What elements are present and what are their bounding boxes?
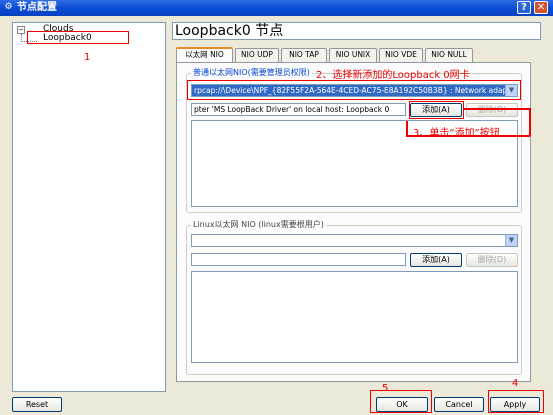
annotation-box-5 <box>370 390 432 413</box>
tab-nio-tap[interactable]: NIO TAP <box>281 48 327 62</box>
annotation-line-3a <box>464 108 530 110</box>
annotation-box-2 <box>187 80 521 100</box>
annotation-box-3 <box>409 101 464 119</box>
annotation-4: 4 <box>512 378 519 389</box>
close-button[interactable]: ✕ <box>534 1 548 14</box>
app-icon: ⚙ <box>4 2 13 12</box>
delete-button[interactable]: 删除(D) <box>466 103 518 117</box>
window-title: 节点配置 <box>17 2 57 13</box>
linux-adapter-list[interactable] <box>191 271 518 363</box>
annotation-line-3b <box>529 108 531 136</box>
panel-title: Loopback0 节点 <box>172 22 541 40</box>
tab-nio-unix[interactable]: NIO UNIX <box>329 48 377 62</box>
tab-nio-vde[interactable]: NIO VDE <box>379 48 423 62</box>
linux-adapter-input[interactable] <box>191 253 406 266</box>
chevron-down-icon[interactable]: ▼ <box>505 235 517 246</box>
title-bar: ⚙ 节点配置 ? ✕ <box>0 0 553 16</box>
tab-nio-udp[interactable]: NIO UDP <box>235 48 279 62</box>
annotation-box-4 <box>488 390 544 413</box>
annotation-2: 2、选择新添加的Loopback 0网卡 <box>316 70 470 81</box>
reset-button[interactable]: Reset <box>12 397 62 412</box>
linux-eth-label: Linux以太网 NIO (linux需要根用户) <box>191 219 326 230</box>
linux-delete-button[interactable]: 删除(D) <box>466 253 518 267</box>
linux-add-button[interactable]: 添加(A) <box>410 253 462 267</box>
tab-nio-null[interactable]: NIO NULL <box>425 48 473 62</box>
annotation-1: 1 <box>84 52 91 63</box>
help-button[interactable]: ? <box>517 1 531 14</box>
adapter-input[interactable]: pter 'MS LoopBack Driver' on local host:… <box>191 103 406 116</box>
linux-adapter-select[interactable]: ▼ <box>191 234 518 247</box>
annotation-box-1 <box>27 31 129 44</box>
tab-ethernet-nio[interactable]: 以太网 NIO <box>176 47 233 63</box>
node-tree[interactable]: − Clouds Loopback0 <box>12 22 166 392</box>
cancel-button[interactable]: Cancel <box>434 397 484 412</box>
generic-eth-label: 普通以太网NIO(需要管理员权限) <box>191 67 312 78</box>
collapse-icon[interactable]: − <box>17 26 25 34</box>
annotation-line-3c <box>406 121 408 135</box>
annotation-3: 3、单击“添加”按钮 <box>413 128 500 139</box>
